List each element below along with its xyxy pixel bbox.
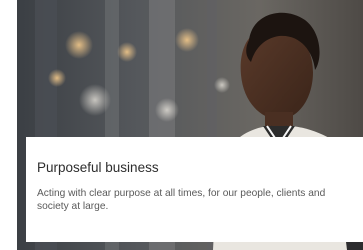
card-caption: Purposeful business Acting with clear pu… bbox=[26, 137, 363, 242]
card-title[interactable]: Purposeful business bbox=[37, 159, 353, 176]
card-description: Acting with clear purpose at all times, … bbox=[37, 188, 326, 212]
feature-card[interactable]: Purposeful business Acting with clear pu… bbox=[17, 0, 363, 250]
